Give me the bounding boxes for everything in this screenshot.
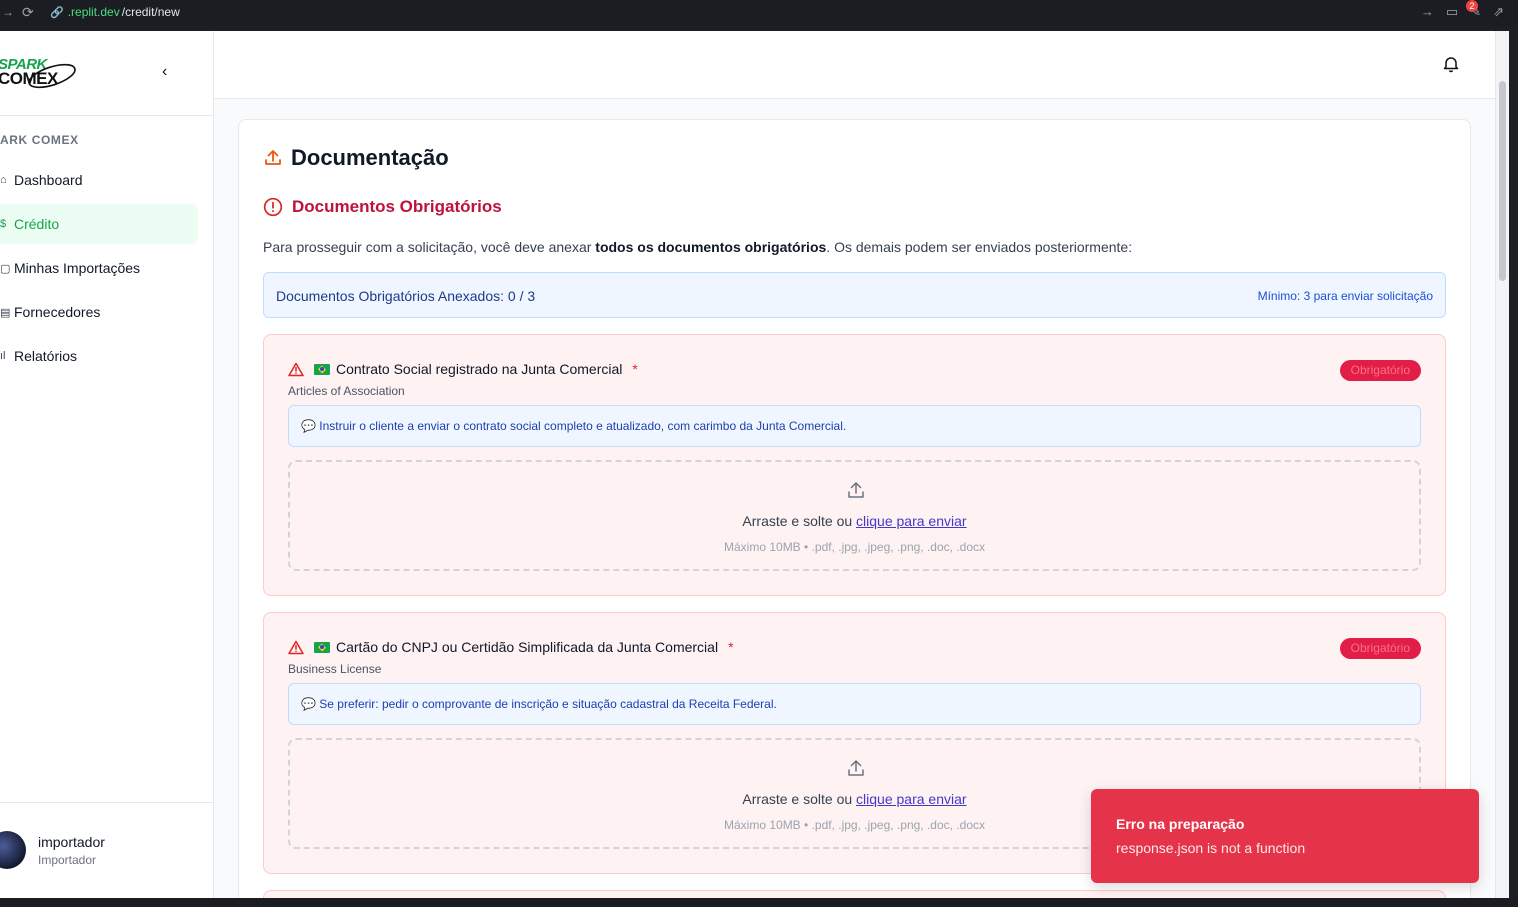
sidebar-item-importacoes[interactable]: ▢ Minhas Importações xyxy=(0,248,198,288)
chart-icon: ıl xyxy=(0,350,6,362)
forward-icon[interactable]: → xyxy=(2,5,14,19)
document-card: Contrato Social registrado na Junta Come… xyxy=(263,334,1446,596)
error-toast[interactable]: Erro na preparação response.json is not … xyxy=(1091,789,1479,883)
documentation-card: Documentação Documentos Obrigatórios Par… xyxy=(238,119,1471,898)
upload-icon xyxy=(848,760,864,776)
document-title: Contrato Social registrado na Junta Come… xyxy=(336,361,623,377)
warning-triangle-icon xyxy=(288,362,304,376)
sidebar-item-credito[interactable]: $ Crédito xyxy=(0,204,198,244)
sidebar-item-label: Dashboard xyxy=(14,172,83,188)
user-name: importador xyxy=(38,834,105,850)
required-docs-header: Documentos Obrigatórios xyxy=(263,197,502,217)
sidebar: SPARK COMEX ‹ ARK COMEX ⌂ Dashboard $ Cr… xyxy=(0,31,214,898)
logo[interactable]: SPARK COMEX xyxy=(0,56,80,92)
required-docs-title: Documentos Obrigatórios xyxy=(292,197,502,216)
reload-icon[interactable]: ⟳ xyxy=(22,4,34,21)
upload-icon xyxy=(265,150,281,165)
sidebar-item-fornecedores[interactable]: ▤ Fornecedores xyxy=(0,292,198,332)
notification-badge: 2 xyxy=(1466,0,1478,12)
url-path: /credit/new xyxy=(121,5,180,19)
sidebar-item-label: Relatórios xyxy=(14,348,78,364)
building-icon: ▤ xyxy=(0,306,11,319)
external-link-icon[interactable]: ⇗ xyxy=(1493,4,1504,20)
sidebar-item-label: Minhas Importações xyxy=(14,260,141,276)
document-card xyxy=(263,890,1446,898)
intro-text: Para prosseguir com a solicitação, você … xyxy=(263,239,1133,255)
window-bottom-edge xyxy=(0,898,1518,907)
document-title-row: Contrato Social registrado na Junta Come… xyxy=(288,361,638,377)
page-scrollbar[interactable] xyxy=(1495,31,1509,898)
user-role: Importador xyxy=(38,853,97,867)
bell-icon[interactable] xyxy=(1443,55,1459,73)
scrollbar-thumb[interactable] xyxy=(1499,81,1506,281)
arrow-right-icon[interactable]: → xyxy=(1421,4,1434,20)
dropzone-hint: Máximo 10MB • .pdf, .jpg, .jpeg, .png, .… xyxy=(724,540,985,554)
divider xyxy=(0,115,214,116)
click-to-upload-link[interactable]: clique para enviar xyxy=(856,513,967,529)
document-title: Cartão do CNPJ ou Certidão Simplificada … xyxy=(336,639,719,655)
document-subtitle: Articles of Association xyxy=(288,384,405,398)
click-to-upload-link[interactable]: clique para enviar xyxy=(856,791,967,807)
collapse-sidebar-icon[interactable]: ‹ xyxy=(162,63,167,81)
home-icon: ⌂ xyxy=(0,174,7,186)
url-host: .replit.dev xyxy=(67,5,120,19)
sidebar-item-label: Fornecedores xyxy=(14,304,101,320)
sidebar-section-label: ARK COMEX xyxy=(0,133,79,147)
import-icon: ▢ xyxy=(0,262,11,275)
divider xyxy=(0,802,214,803)
required-asterisk: * xyxy=(728,639,734,655)
credit-icon: $ xyxy=(0,218,7,230)
document-title-row: Cartão do CNPJ ou Certidão Simplificada … xyxy=(288,639,734,655)
file-dropzone[interactable]: Arraste e solte ou clique para enviar Má… xyxy=(288,460,1421,571)
logo-swoosh-icon xyxy=(28,63,76,89)
sidebar-item-dashboard[interactable]: ⌂ Dashboard xyxy=(0,160,198,200)
page-title: Documentação xyxy=(291,145,449,170)
browser-toolbar: → ⟳ 🔗 .replit.dev/credit/new → ▭ ✎ ⇗ 2 xyxy=(0,0,1518,26)
toast-message: response.json is not a function xyxy=(1116,840,1306,856)
app-window: SPARK COMEX ‹ ARK COMEX ⌂ Dashboard $ Cr… xyxy=(0,31,1509,898)
required-badge: Obrigatório xyxy=(1339,360,1421,381)
counter-label: Documentos Obrigatórios Anexados: 0 / 3 xyxy=(276,288,536,304)
required-badge: Obrigatório xyxy=(1339,638,1421,659)
link-icon: 🔗 xyxy=(50,6,64,19)
document-subtitle: Business License xyxy=(288,662,382,676)
card-header: Documentação xyxy=(263,145,449,171)
brazil-flag-icon xyxy=(314,641,330,653)
browser-actions: → ▭ ✎ ⇗ xyxy=(1421,4,1504,20)
counter-minimum: Mínimo: 3 para enviar solicitação xyxy=(1257,289,1433,303)
document-instruction: 💬 Se preferir: pedir o comprovante de in… xyxy=(288,683,1421,725)
alert-circle-icon xyxy=(263,197,283,217)
document-instruction: 💬 Instruir o cliente a enviar o contrato… xyxy=(288,405,1421,447)
warning-triangle-icon xyxy=(288,640,304,654)
top-header xyxy=(214,31,1495,99)
required-asterisk: * xyxy=(632,361,638,377)
toast-title: Erro na preparação xyxy=(1116,816,1245,832)
avatar[interactable] xyxy=(0,831,26,869)
monitor-icon[interactable]: ▭ xyxy=(1446,4,1458,20)
brazil-flag-icon xyxy=(314,363,330,375)
sidebar-item-label: Crédito xyxy=(14,216,60,232)
address-bar[interactable]: 🔗 .replit.dev/credit/new xyxy=(50,5,180,19)
required-docs-counter: Documentos Obrigatórios Anexados: 0 / 3 … xyxy=(263,272,1446,318)
dropzone-text: Arraste e solte ou clique para enviar xyxy=(742,513,967,529)
upload-icon xyxy=(848,482,864,498)
sidebar-item-relatorios[interactable]: ıl Relatórios xyxy=(0,336,198,376)
